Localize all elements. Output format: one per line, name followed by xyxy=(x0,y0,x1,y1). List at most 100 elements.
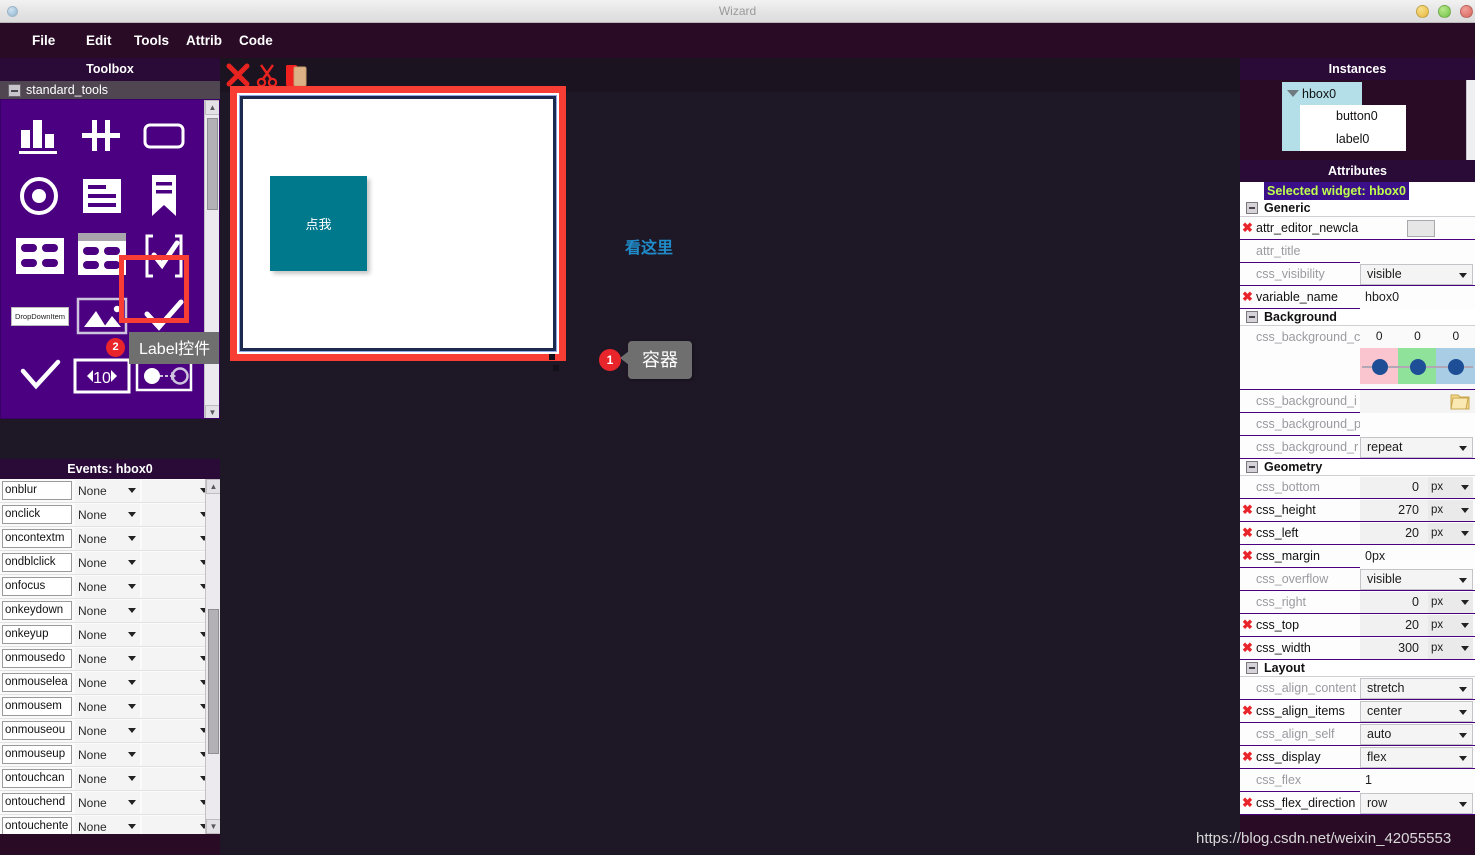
event-extra-select[interactable] xyxy=(142,623,212,646)
label0-widget[interactable]: 看这里 xyxy=(625,234,673,258)
event-name-input[interactable]: onmouseup xyxy=(2,745,72,764)
chevron-down-icon[interactable] xyxy=(1287,90,1299,97)
attribute-row-css_background_p[interactable]: css_background_p xyxy=(1240,413,1475,436)
tool-label-bookmark[interactable] xyxy=(133,166,195,226)
tool-list-lines[interactable] xyxy=(71,166,133,226)
menu-item-tools[interactable]: Tools xyxy=(124,23,179,58)
event-row[interactable]: onclick None xyxy=(0,503,220,527)
toolbox-tree-node-standard-tools[interactable]: standard_tools xyxy=(0,81,220,99)
event-row[interactable]: onkeydown None xyxy=(0,599,220,623)
attribute-group-header[interactable]: Geometry xyxy=(1240,459,1475,476)
tool-check-mark-plain[interactable] xyxy=(9,346,71,406)
attribute-number[interactable]: 0 px xyxy=(1360,592,1473,613)
minimize-button[interactable] xyxy=(1416,5,1429,18)
event-handler-select[interactable]: None xyxy=(75,575,140,598)
toolbox-scrollbar[interactable]: ▲ ▼ xyxy=(204,100,219,418)
event-extra-select[interactable] xyxy=(142,791,212,814)
attribute-number[interactable]: 0 px xyxy=(1360,477,1473,498)
attribute-row-css_visibility[interactable]: css_visibility visible xyxy=(1240,263,1475,286)
events-scrollbar[interactable]: ▲ ▼ xyxy=(205,479,220,834)
event-extra-select[interactable] xyxy=(142,767,212,790)
tool-checkbox-boxed[interactable] xyxy=(133,226,195,286)
color-knob-green[interactable] xyxy=(1410,359,1426,375)
attribute-select[interactable]: visible xyxy=(1360,569,1473,590)
event-row[interactable]: onmouseup None xyxy=(0,743,220,767)
event-row[interactable]: oncontextm None xyxy=(0,527,220,551)
event-name-input[interactable]: onkeyup xyxy=(2,625,72,644)
event-handler-select[interactable]: None xyxy=(75,791,140,814)
event-handler-select[interactable]: None xyxy=(75,671,140,694)
attribute-row-css_background_c[interactable]: css_background_c 0 0 0 xyxy=(1240,326,1475,390)
collapse-box-icon[interactable] xyxy=(1246,202,1258,214)
maximize-button[interactable] xyxy=(1438,5,1451,18)
button0-widget[interactable]: 点我 xyxy=(270,176,367,271)
tool-bar-chart[interactable] xyxy=(9,106,71,166)
collapse-box-icon[interactable] xyxy=(1246,311,1258,323)
attribute-row-attr_title[interactable]: attr_title xyxy=(1240,240,1475,263)
events-scroll-thumb[interactable] xyxy=(208,609,219,754)
attribute-group-header[interactable]: Background xyxy=(1240,309,1475,326)
event-name-input[interactable]: onblur xyxy=(2,481,72,500)
event-name-input[interactable]: oncontextm xyxy=(2,529,72,548)
event-extra-select[interactable] xyxy=(142,479,212,502)
resize-handle-se[interactable] xyxy=(549,354,555,360)
attribute-editor-button[interactable] xyxy=(1407,220,1435,237)
attribute-row-css_height[interactable]: ✖ css_height 270 px xyxy=(1240,499,1475,522)
color-knob-red[interactable] xyxy=(1372,359,1388,375)
attribute-number-value[interactable]: 0 xyxy=(1360,592,1425,613)
attribute-row-css_top[interactable]: ✖ css_top 20 px xyxy=(1240,614,1475,637)
event-handler-select[interactable]: None xyxy=(75,551,140,574)
event-row[interactable]: onblur None xyxy=(0,479,220,503)
menu-item-edit[interactable]: Edit xyxy=(76,23,122,58)
attribute-row-css_bottom[interactable]: css_bottom 0 px xyxy=(1240,476,1475,499)
event-name-input[interactable]: onfocus xyxy=(2,577,72,596)
resize-handle-corner[interactable] xyxy=(553,365,559,371)
event-name-input[interactable]: onmouselea xyxy=(2,673,72,692)
attribute-number-value[interactable]: 20 xyxy=(1360,615,1425,636)
event-handler-select[interactable]: None xyxy=(75,503,140,526)
event-extra-select[interactable] xyxy=(142,719,212,742)
close-button[interactable] xyxy=(1460,5,1473,18)
attribute-row-css_right[interactable]: css_right 0 px xyxy=(1240,591,1475,614)
tool-arc-curve[interactable] xyxy=(133,406,195,418)
tool-image-mountain[interactable] xyxy=(71,286,133,346)
attribute-number[interactable]: 20 px xyxy=(1360,523,1473,544)
tool-radio-circle[interactable] xyxy=(9,166,71,226)
event-extra-select[interactable] xyxy=(142,671,212,694)
attribute-color-picker[interactable]: 0 0 0 xyxy=(1360,326,1475,388)
events-scroll-down-icon[interactable]: ▼ xyxy=(206,819,220,834)
attribute-number[interactable]: 300 px xyxy=(1360,638,1473,659)
event-handler-select[interactable]: None xyxy=(75,695,140,718)
tool-progress-line[interactable] xyxy=(9,406,71,418)
collapse-box-icon[interactable] xyxy=(8,84,21,97)
attribute-number-value[interactable]: 300 xyxy=(1360,638,1425,659)
event-name-input[interactable]: onmouseou xyxy=(2,721,72,740)
attribute-select[interactable]: visible xyxy=(1360,264,1473,285)
attribute-row-css_align_content[interactable]: css_align_content stretch xyxy=(1240,677,1475,700)
attribute-number[interactable]: 270 px xyxy=(1360,500,1473,521)
folder-icon[interactable] xyxy=(1449,392,1471,411)
event-extra-select[interactable] xyxy=(142,527,212,550)
scroll-thumb[interactable] xyxy=(207,118,218,210)
attribute-unit-select[interactable]: px xyxy=(1428,615,1473,636)
instances-scrollbar[interactable] xyxy=(1466,80,1475,160)
event-handler-select[interactable]: None xyxy=(75,479,140,502)
attribute-select[interactable]: flex xyxy=(1360,747,1473,768)
menu-item-code[interactable]: Code xyxy=(229,23,283,58)
attribute-row-attr_editor_newcla[interactable]: ✖ attr_editor_newcla xyxy=(1240,217,1475,240)
attribute-select[interactable]: repeat xyxy=(1360,437,1473,458)
attribute-row-variable_name[interactable]: ✖ variable_name hbox0 xyxy=(1240,286,1475,309)
event-row[interactable]: onmousedo None xyxy=(0,647,220,671)
event-extra-select[interactable] xyxy=(142,647,212,670)
instance-node-button0[interactable]: button0 xyxy=(1282,105,1406,128)
event-extra-select[interactable] xyxy=(142,503,212,526)
attribute-row-css_background_i[interactable]: css_background_i xyxy=(1240,390,1475,413)
attribute-text-input[interactable]: 0px xyxy=(1360,545,1475,568)
event-handler-select[interactable]: None xyxy=(75,719,140,742)
scroll-up-arrow-icon[interactable]: ▲ xyxy=(205,100,219,115)
instances-tree[interactable]: hbox0 button0 label0 xyxy=(1240,80,1475,160)
tool-table-columns[interactable] xyxy=(71,106,133,166)
attribute-number-value[interactable]: 270 xyxy=(1360,500,1425,521)
events-scroll-up-icon[interactable]: ▲ xyxy=(206,479,220,494)
event-extra-select[interactable] xyxy=(142,695,212,718)
